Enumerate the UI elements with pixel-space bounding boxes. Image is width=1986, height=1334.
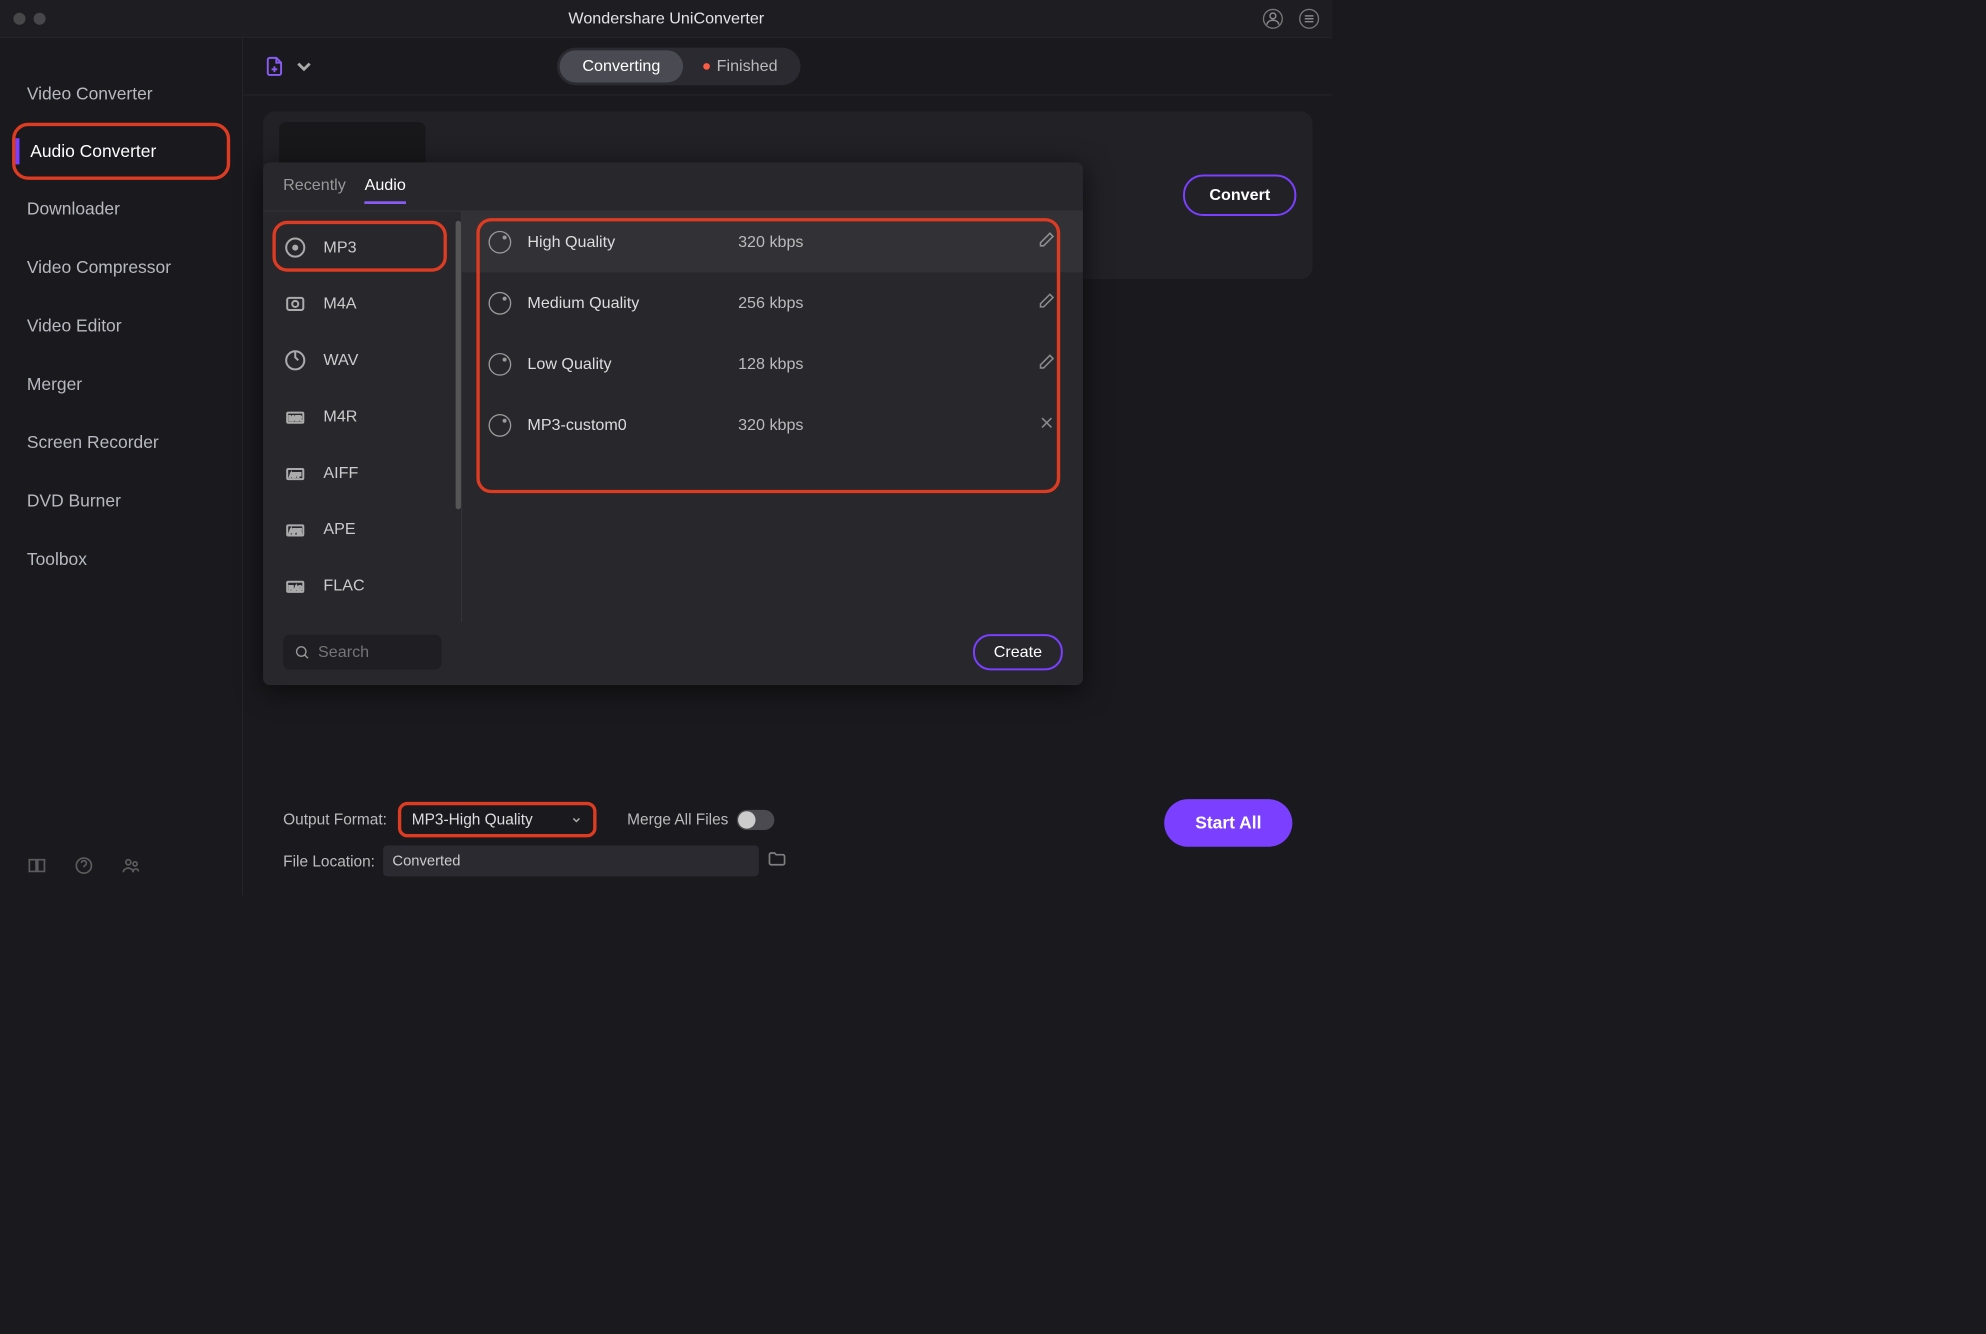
format-flac[interactable]: FLAC FLAC [263, 558, 461, 614]
close-window-button[interactable] [13, 12, 25, 24]
format-label: APE [323, 520, 355, 539]
create-button[interactable]: Create [973, 634, 1063, 670]
quality-bitrate: 128 kbps [738, 355, 803, 374]
tab-finished-label: Finished [717, 57, 778, 76]
chevron-down-icon [570, 814, 582, 826]
format-mp3[interactable]: MP3 [263, 219, 461, 275]
tab-finished[interactable]: Finished [683, 50, 798, 82]
topbar: Converting Finished [243, 38, 1333, 96]
format-icon: M4R [283, 405, 307, 429]
format-aiff[interactable]: AIFF AIFF [263, 445, 461, 501]
format-m4r[interactable]: M4R M4R [263, 389, 461, 445]
account-icon[interactable] [1263, 8, 1283, 28]
search-input[interactable] [318, 643, 425, 662]
window-controls [13, 12, 45, 24]
sidebar-item-audio-converter[interactable]: Audio Converter [12, 123, 230, 180]
quality-icon [488, 292, 511, 315]
sidebar-item-merger[interactable]: Merger [0, 355, 242, 413]
popup-tab-recently[interactable]: Recently [283, 176, 346, 204]
format-wav[interactable]: WAV [263, 332, 461, 388]
quality-low[interactable]: Low Quality 128 kbps [462, 333, 1083, 394]
audio-disc-icon [283, 236, 307, 260]
sidebar: Video Converter Audio Converter Download… [0, 38, 243, 896]
quality-bitrate: 320 kbps [738, 416, 803, 435]
format-popup: Recently Audio MP3 M4A [263, 162, 1083, 685]
sidebar-item-video-editor[interactable]: Video Editor [0, 297, 242, 355]
merge-label: Merge All Files [627, 811, 728, 829]
format-m4a[interactable]: M4A [263, 276, 461, 332]
convert-button[interactable]: Convert [1183, 174, 1296, 216]
quality-name: High Quality [527, 233, 722, 252]
output-format-label: Output Format: [283, 811, 387, 829]
format-icon: FLAC [283, 574, 307, 598]
community-icon[interactable] [121, 856, 141, 879]
edit-icon[interactable] [1037, 352, 1056, 375]
output-format-value: MP3-High Quality [412, 811, 533, 829]
format-label: AIFF [323, 464, 358, 483]
help-icon[interactable] [74, 856, 94, 879]
sidebar-item-video-compressor[interactable]: Video Compressor [0, 238, 242, 296]
quality-icon [488, 353, 511, 376]
format-label: MP3 [323, 238, 356, 257]
quality-bitrate: 320 kbps [738, 233, 803, 252]
search-input-wrapper [283, 635, 441, 670]
quality-list: High Quality 320 kbps Medium Quality 256… [462, 211, 1083, 622]
titlebar: Wondershare UniConverter [0, 0, 1333, 38]
tab-converting[interactable]: Converting [560, 50, 684, 82]
chevron-down-icon [293, 55, 316, 78]
scrollbar[interactable] [456, 221, 461, 510]
open-folder-button[interactable] [767, 849, 787, 873]
start-all-button[interactable]: Start All [1164, 799, 1292, 847]
format-label: FLAC [323, 576, 364, 595]
svg-text:M4R: M4R [289, 417, 302, 423]
format-label: M4A [323, 295, 356, 314]
minimize-window-button[interactable] [34, 12, 46, 24]
quality-bitrate: 256 kbps [738, 294, 803, 313]
tutorial-icon[interactable] [27, 856, 47, 879]
format-icon [283, 348, 307, 372]
quality-name: MP3-custom0 [527, 416, 722, 435]
format-list: MP3 M4A WAV M [263, 211, 462, 622]
sidebar-item-dvd-burner[interactable]: DVD Burner [0, 472, 242, 530]
format-icon: APE [283, 517, 307, 541]
format-ape[interactable]: APE APE [263, 501, 461, 557]
search-icon [294, 644, 310, 660]
add-file-button[interactable] [263, 55, 315, 78]
format-label: M4R [323, 407, 357, 426]
output-format-dropdown[interactable]: MP3-High Quality [398, 802, 597, 838]
file-location-input[interactable] [383, 845, 759, 876]
sidebar-item-toolbox[interactable]: Toolbox [0, 530, 242, 588]
sidebar-item-downloader[interactable]: Downloader [0, 180, 242, 238]
merge-toggle[interactable] [736, 810, 774, 830]
status-segment: Converting Finished [557, 47, 800, 85]
quality-name: Low Quality [527, 355, 722, 374]
notification-dot [703, 63, 710, 70]
app-title: Wondershare UniConverter [568, 9, 764, 28]
delete-icon[interactable] [1037, 413, 1056, 436]
svg-text:APE: APE [289, 529, 301, 535]
quality-name: Medium Quality [527, 294, 722, 313]
format-icon [283, 292, 307, 316]
format-label: WAV [323, 351, 358, 370]
quality-custom0[interactable]: MP3-custom0 320 kbps [462, 395, 1083, 456]
quality-medium[interactable]: Medium Quality 256 kbps [462, 272, 1083, 333]
edit-icon[interactable] [1037, 230, 1056, 253]
popup-tab-audio[interactable]: Audio [365, 176, 406, 204]
format-icon: AIFF [283, 461, 307, 485]
file-location-label: File Location: [283, 852, 375, 870]
quality-icon [488, 414, 511, 437]
edit-icon[interactable] [1037, 291, 1056, 314]
svg-text:FLAC: FLAC [289, 586, 302, 592]
svg-text:AIFF: AIFF [290, 473, 301, 479]
quality-icon [488, 230, 511, 253]
sidebar-item-screen-recorder[interactable]: Screen Recorder [0, 413, 242, 471]
menu-icon[interactable] [1299, 8, 1319, 28]
quality-high[interactable]: High Quality 320 kbps [462, 211, 1083, 272]
sidebar-item-video-converter[interactable]: Video Converter [0, 64, 242, 122]
